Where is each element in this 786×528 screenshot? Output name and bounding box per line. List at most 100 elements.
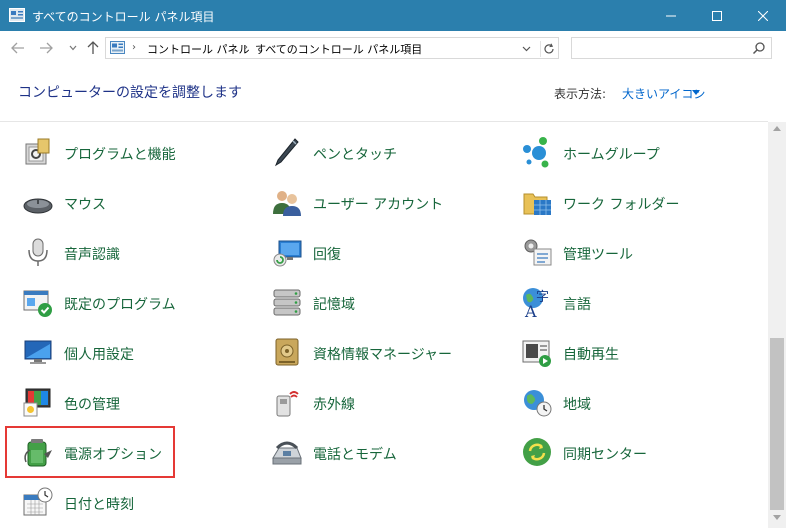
forward-button[interactable]: [37, 39, 55, 57]
highlight-box: [5, 426, 175, 478]
scroll-down-icon[interactable]: [773, 515, 781, 520]
item-autoplay[interactable]: 自動再生: [521, 332, 721, 372]
item-language[interactable]: 字 A 言語: [521, 282, 721, 322]
breadcrumb-separator: ›: [244, 42, 248, 53]
navigation-bar: › コントロール パネル › すべてのコントロール パネル項目: [0, 31, 786, 64]
admin-tools-icon: [524, 239, 552, 266]
default-programs-icon: [23, 290, 52, 317]
item-label: 回復: [313, 247, 341, 263]
item-pen-touch[interactable]: ペンとタッチ: [271, 132, 471, 172]
item-programs-features[interactable]: プログラムと機能: [22, 132, 222, 172]
item-label: 自動再生: [563, 347, 619, 363]
item-recovery[interactable]: 回復: [271, 232, 471, 272]
item-label: 色の管理: [64, 397, 120, 413]
breadcrumb-control-panel[interactable]: コントロール パネル: [147, 41, 250, 57]
item-mouse[interactable]: マウス: [22, 182, 222, 222]
caret-down-icon[interactable]: [692, 90, 700, 95]
recent-locations-button[interactable]: [64, 39, 82, 57]
credential-manager-icon: [275, 338, 299, 366]
item-region[interactable]: 地域: [521, 382, 721, 422]
user-accounts-icon: [273, 191, 301, 216]
svg-text:A: A: [524, 302, 537, 318]
item-label: 既定のプログラム: [64, 297, 176, 313]
recovery-icon: [273, 240, 302, 267]
address-bar[interactable]: › コントロール パネル › すべてのコントロール パネル項目: [105, 37, 559, 59]
item-label: ペンとタッチ: [313, 147, 397, 163]
item-date-time[interactable]: 日付と時刻: [22, 482, 222, 522]
sync-center-icon: [523, 438, 551, 466]
item-credential-manager[interactable]: 資格情報マネージャー: [271, 332, 471, 372]
item-sync-center[interactable]: 同期センター: [521, 432, 721, 472]
breadcrumb-separator: ›: [132, 42, 136, 53]
item-label: 個人用設定: [64, 347, 134, 363]
item-label: 管理ツール: [563, 247, 633, 263]
maximize-button[interactable]: [694, 0, 740, 31]
window-title: すべてのコントロール パネル項目: [32, 10, 215, 24]
item-label: 日付と時刻: [64, 497, 134, 513]
pen-touch-icon: [274, 138, 299, 167]
item-label: ワーク フォルダー: [563, 197, 680, 213]
item-label: ホームグループ: [563, 147, 660, 163]
microphone-icon: [28, 238, 48, 266]
item-homegroup[interactable]: ホームグループ: [521, 132, 721, 172]
control-panel-icon: [110, 41, 125, 54]
infrared-icon: [276, 391, 299, 417]
address-dropdown-button[interactable]: [518, 42, 534, 56]
divider: [0, 121, 768, 122]
mouse-icon: [23, 198, 53, 214]
item-label: 記憶域: [313, 297, 355, 313]
vertical-scrollbar[interactable]: [768, 122, 786, 528]
item-personalization[interactable]: 個人用設定: [22, 332, 222, 372]
personalization-icon: [24, 340, 52, 364]
language-icon: 字 A: [523, 288, 549, 318]
refresh-button[interactable]: [540, 41, 556, 57]
work-folders-icon: [523, 193, 551, 215]
item-label: 資格情報マネージャー: [313, 347, 453, 363]
close-button[interactable]: [740, 0, 786, 31]
color-management-icon: [23, 388, 51, 417]
item-default-programs[interactable]: 既定のプログラム: [22, 282, 222, 322]
region-icon: [524, 390, 552, 417]
breadcrumb-all-items[interactable]: すべてのコントロール パネル項目: [255, 41, 422, 57]
refresh-icon: [543, 43, 554, 54]
item-user-accounts[interactable]: ユーザー アカウント: [271, 182, 471, 222]
control-panel-icon: [9, 8, 25, 22]
arrow-left-icon: [11, 42, 24, 54]
item-phone-modem[interactable]: 電話とモデム: [271, 432, 471, 472]
search-icon[interactable]: [752, 41, 766, 55]
item-label: プログラムと機能: [64, 147, 176, 163]
chevron-down-icon: [69, 45, 77, 51]
autoplay-icon: [522, 340, 551, 367]
minimize-button[interactable]: [648, 0, 694, 31]
item-label: 赤外線: [313, 397, 355, 413]
item-infrared[interactable]: 赤外線: [271, 382, 471, 422]
item-label: 音声認識: [64, 247, 120, 263]
up-button[interactable]: [84, 39, 102, 57]
item-color-management[interactable]: 色の管理: [22, 382, 222, 422]
item-label: マウス: [64, 197, 106, 213]
item-storage-spaces[interactable]: 記憶域: [271, 282, 471, 322]
back-button[interactable]: [9, 39, 27, 57]
search-box[interactable]: [571, 37, 772, 59]
item-label: 地域: [563, 397, 591, 413]
search-input[interactable]: [574, 40, 744, 56]
close-icon: [758, 10, 768, 21]
arrow-up-icon: [87, 41, 99, 54]
item-label: ユーザー アカウント: [313, 197, 444, 213]
date-time-icon: [23, 487, 53, 516]
item-work-folders[interactable]: ワーク フォルダー: [521, 182, 721, 222]
item-label: 言語: [563, 297, 591, 313]
scrollbar-thumb[interactable]: [770, 338, 784, 510]
page-title: コンピューターの設定を調整します: [18, 85, 242, 101]
maximize-icon: [712, 10, 722, 21]
arrow-right-icon: [40, 42, 53, 54]
item-admin-tools[interactable]: 管理ツール: [521, 232, 721, 272]
scroll-up-icon[interactable]: [773, 126, 781, 131]
chevron-down-icon: [522, 46, 530, 52]
title-bar: すべてのコントロール パネル項目: [0, 0, 786, 31]
item-speech-recognition[interactable]: 音声認識: [22, 232, 222, 272]
svg-text:字: 字: [536, 290, 549, 305]
item-label: 同期センター: [563, 447, 647, 463]
view-by-label: 表示方法:: [554, 87, 607, 101]
homegroup-icon: [523, 137, 549, 168]
